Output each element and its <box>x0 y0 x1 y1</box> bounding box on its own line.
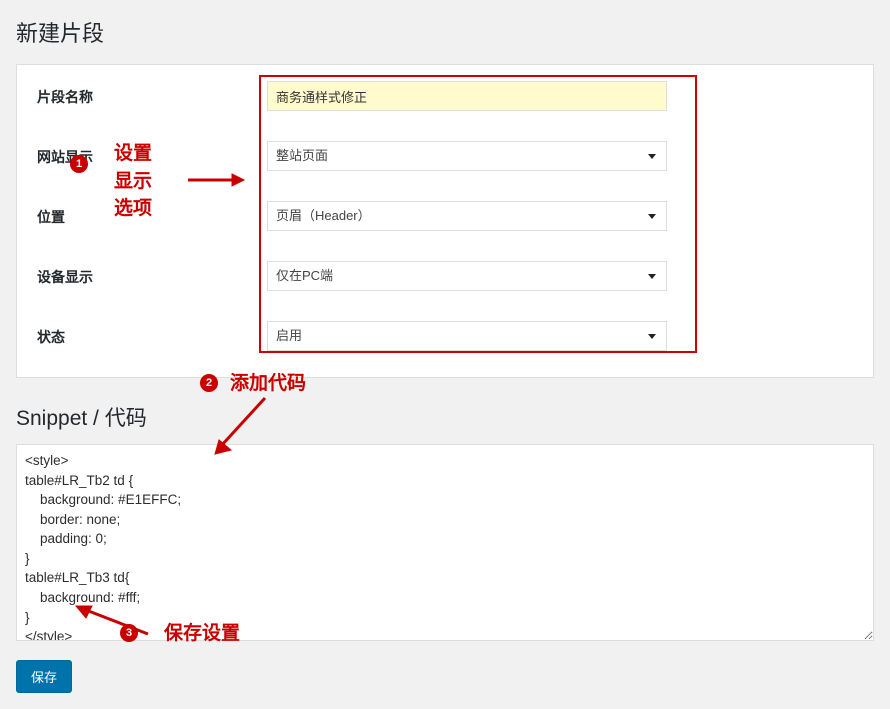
chevron-down-icon <box>648 154 656 159</box>
position-select[interactable]: 页眉（Header） <box>267 201 667 231</box>
arrow-icon <box>76 604 156 638</box>
label-status: 状态 <box>37 321 267 347</box>
arrow-icon <box>215 398 275 458</box>
snippet-title: Snippet / 代码 <box>16 402 874 432</box>
device-select[interactable]: 仅在PC端 <box>267 261 667 291</box>
chevron-down-icon <box>648 274 656 279</box>
label-name: 片段名称 <box>37 81 267 107</box>
status-select-value: 启用 <box>276 328 302 343</box>
label-site: 网站显示 <box>37 141 267 167</box>
site-select[interactable]: 整站页面 <box>267 141 667 171</box>
label-device: 设备显示 <box>37 261 267 287</box>
name-input[interactable] <box>267 81 667 111</box>
row-name: 片段名称 <box>37 81 853 111</box>
chevron-down-icon <box>648 214 656 219</box>
row-site: 网站显示 整站页面 <box>37 141 853 171</box>
settings-panel: 片段名称 网站显示 整站页面 位置 页眉（Header） 设备显示 仅在PC端 <box>16 64 874 378</box>
save-button[interactable]: 保存 <box>16 660 72 693</box>
page-title: 新建片段 <box>16 16 874 48</box>
row-device: 设备显示 仅在PC端 <box>37 261 853 291</box>
chevron-down-icon <box>648 334 656 339</box>
device-select-value: 仅在PC端 <box>276 268 333 283</box>
position-select-value: 页眉（Header） <box>276 208 371 223</box>
row-status: 状态 启用 <box>37 321 853 351</box>
arrow-icon <box>188 170 244 190</box>
status-select[interactable]: 启用 <box>267 321 667 351</box>
label-position: 位置 <box>37 201 267 227</box>
site-select-value: 整站页面 <box>276 148 328 163</box>
row-position: 位置 页眉（Header） <box>37 201 853 231</box>
